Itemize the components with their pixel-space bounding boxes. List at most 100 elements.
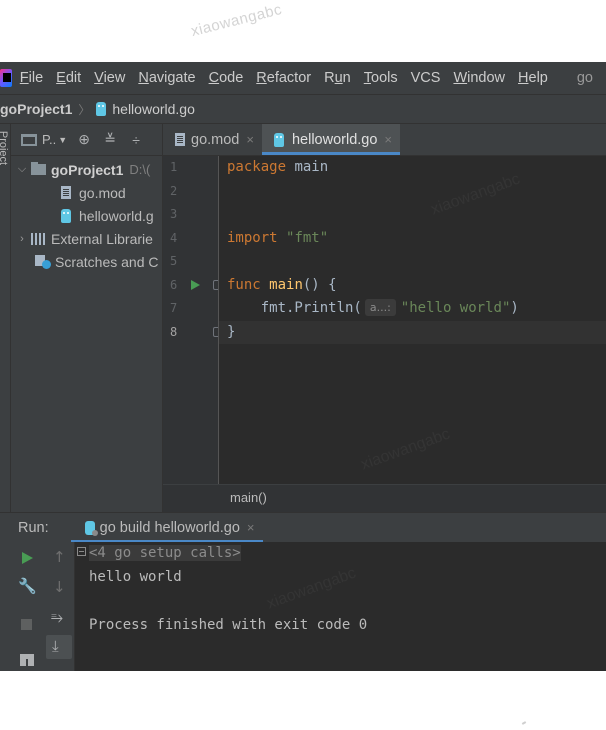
tab-label: helloworld.go: [291, 131, 378, 148]
tab-helloworld[interactable]: helloworld.go ×: [261, 124, 401, 155]
soft-wrap-icon[interactable]: ⥱: [51, 608, 63, 626]
keyword-token: import: [227, 229, 278, 246]
wrench-icon[interactable]: 🔧: [18, 577, 37, 595]
watermark: xiaowangabc: [265, 565, 359, 614]
tree-item-scratches[interactable]: Scratches and C: [11, 250, 162, 273]
chevron-right-icon[interactable]: ›: [15, 233, 29, 245]
editor-breadcrumb: main(): [163, 484, 606, 512]
code-token: }: [227, 323, 236, 340]
run-gutter-icon[interactable]: [191, 280, 200, 290]
menu-vcs[interactable]: VCS: [411, 70, 441, 86]
arrow-down-icon[interactable]: ↓: [53, 578, 66, 596]
console-line: <4 go setup calls>: [77, 545, 241, 561]
close-icon[interactable]: ×: [247, 520, 255, 535]
crosshair-icon[interactable]: ⊕: [75, 131, 93, 149]
goland-logo-icon[interactable]: [0, 69, 12, 87]
gopher-file-icon: [96, 102, 107, 116]
dropdown-arrow-icon[interactable]: ▼: [58, 135, 67, 145]
code-line: import "fmt": [227, 227, 328, 251]
tree-item-path: D:\(: [129, 162, 151, 177]
menu-navigate[interactable]: Navigate: [138, 70, 195, 86]
run-console[interactable]: <4 go setup calls> hello world Process f…: [75, 542, 606, 671]
project-tool-button[interactable]: Project: [0, 131, 9, 165]
menu-bar: File Edit View Navigate Code Refactor Ru…: [0, 62, 606, 94]
tree-item-label: Scratches and C: [55, 253, 159, 270]
stop-icon[interactable]: [21, 619, 32, 630]
rerun-icon[interactable]: [22, 552, 33, 564]
window-title-truncated: go: [576, 70, 593, 86]
project-tree: ⌵ goProject1 D:\( go.mod helloworld.g › …: [11, 156, 162, 273]
tree-item-project-root[interactable]: ⌵ goProject1 D:\(: [11, 158, 162, 181]
gopher-file-icon: [273, 132, 284, 147]
menu-edit[interactable]: Edit: [56, 70, 81, 86]
line-number: 4: [170, 230, 178, 245]
tree-item-label: helloworld.g: [79, 207, 154, 224]
gopher-run-icon: [84, 520, 98, 536]
menu-code[interactable]: Code: [209, 70, 244, 86]
collapse-all-icon[interactable]: ≚: [101, 131, 119, 149]
menu-run[interactable]: Run: [324, 70, 351, 86]
keyword-token: func: [227, 276, 261, 293]
tab-label: go.mod: [191, 131, 240, 148]
keyword-token: package: [227, 159, 287, 175]
tree-item-helloworld[interactable]: helloworld.g: [11, 204, 162, 227]
navigation-bar: goProject1 〉 helloworld.go: [0, 94, 606, 124]
menu-window[interactable]: Window: [453, 70, 505, 86]
chevron-right-icon: 〉: [78, 102, 91, 117]
code-line: fmt.Println(a...: "hello world"): [227, 297, 519, 321]
menu-help[interactable]: Help: [518, 70, 548, 86]
run-panel-label: Run:: [18, 519, 49, 536]
code-line: func main() {: [227, 274, 337, 298]
mod-file-icon: [61, 186, 71, 199]
gopher-file-icon: [61, 208, 71, 223]
expand-box-icon[interactable]: [77, 547, 86, 556]
line-number: 1: [170, 160, 178, 174]
chevron-down-icon[interactable]: ⌵: [15, 163, 29, 176]
scroll-to-end-button[interactable]: ⤓: [46, 635, 72, 659]
left-tool-strip: Project: [0, 124, 11, 574]
code-editor[interactable]: package main import "fmt" func main() { …: [219, 156, 606, 484]
console-line: hello world: [89, 569, 182, 585]
layout-icon[interactable]: [20, 654, 34, 666]
editor-tabs: go.mod × helloworld.go ×: [163, 124, 606, 156]
caret-row-highlight: [219, 320, 606, 344]
breadcrumb-function[interactable]: main(): [230, 490, 267, 505]
project-toolbar: P.. ▼ ⊕ ≚ ÷: [11, 124, 162, 156]
setup-calls-fold[interactable]: <4 go setup calls>: [89, 545, 241, 561]
expand-all-icon[interactable]: ÷: [127, 131, 145, 149]
folder-icon: [31, 162, 46, 175]
menu-file[interactable]: File: [20, 70, 43, 86]
run-tab-go-build[interactable]: go build helloworld.go ×: [70, 513, 263, 543]
libraries-icon: [31, 232, 47, 245]
goland-window: File Edit View Navigate Code Refactor Ru…: [0, 62, 606, 671]
watermark: xiaowangabc: [429, 171, 523, 220]
tab-go-mod[interactable]: go.mod ×: [163, 124, 262, 155]
project-view-selector[interactable]: P..: [42, 132, 56, 147]
tree-item-label: go.mod: [79, 184, 126, 201]
nav-crumb-project[interactable]: goProject1: [0, 101, 72, 117]
line-number: 7: [170, 301, 178, 315]
line-number: 3: [170, 207, 178, 221]
close-icon[interactable]: ×: [384, 132, 392, 147]
line-number: 2: [170, 183, 178, 198]
string-token: "hello world": [400, 300, 511, 316]
line-number: 6: [170, 277, 178, 292]
editor-gutter: 1 2 3 4 5 6 7 8: [163, 156, 222, 484]
run-left-edge: [0, 542, 11, 671]
nav-crumb-file[interactable]: helloworld.go: [112, 101, 195, 117]
corner-mark: [521, 721, 527, 725]
menu-refactor[interactable]: Refactor: [256, 70, 311, 86]
menu-view[interactable]: View: [94, 70, 125, 86]
menu-tools[interactable]: Tools: [364, 70, 398, 86]
close-icon[interactable]: ×: [246, 132, 254, 147]
arrow-up-icon[interactable]: ↑: [53, 548, 66, 566]
line-number: 5: [170, 254, 178, 268]
function-token: main: [269, 276, 303, 293]
run-tab-label: go build helloworld.go: [99, 519, 240, 536]
project-view-icon: [21, 133, 37, 146]
tree-item-external-libraries[interactable]: › External Librarie: [11, 227, 162, 250]
mod-file-icon: [175, 133, 185, 146]
tree-item-go-mod[interactable]: go.mod: [11, 181, 162, 204]
tree-item-label: External Librarie: [51, 230, 153, 247]
string-token: "fmt": [286, 229, 329, 246]
